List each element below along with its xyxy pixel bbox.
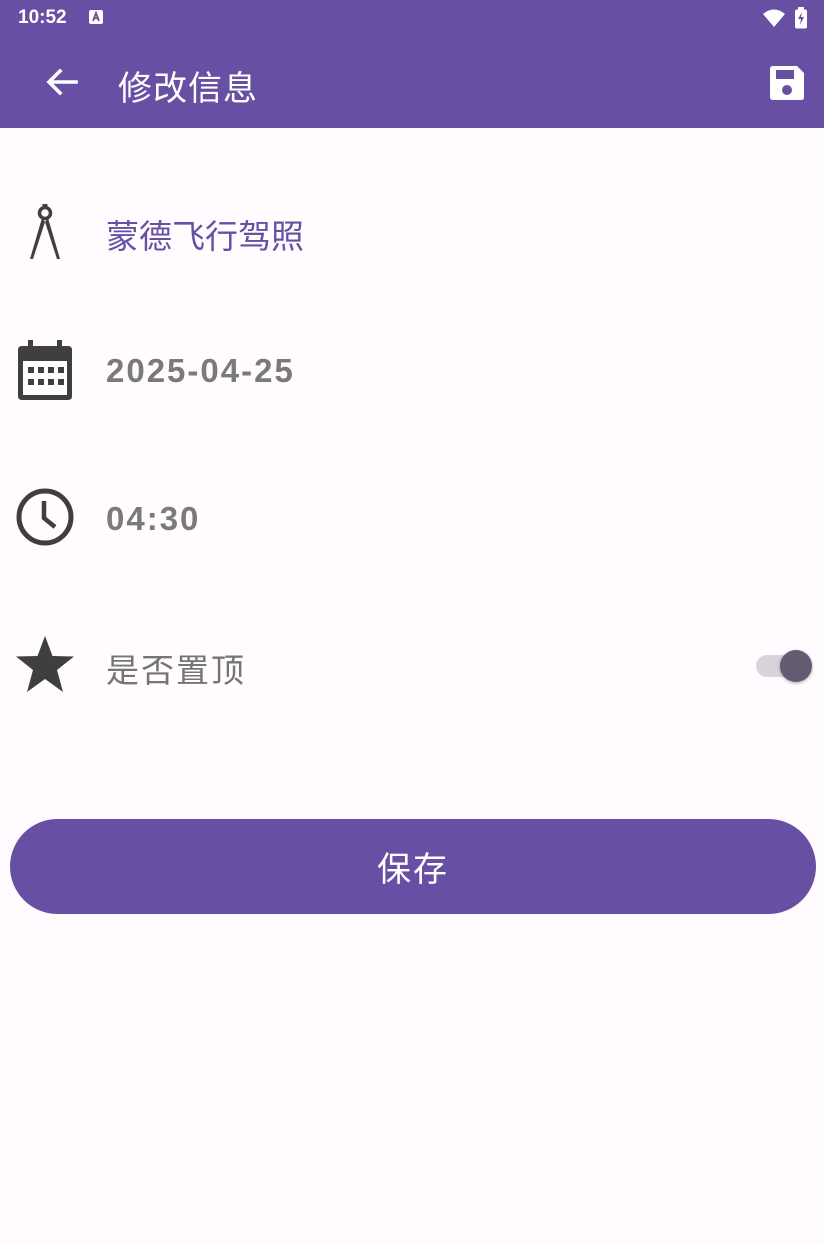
pin-toggle[interactable] (754, 650, 812, 682)
pin-label: 是否置顶 (106, 651, 246, 690)
battery-charging-icon (794, 7, 808, 33)
name-value: 蒙德飞行驾照 (106, 217, 304, 256)
time-row[interactable]: 04:30 (0, 486, 824, 550)
app-bar: 修改信息 (0, 36, 824, 128)
time-value: 04:30 (106, 500, 201, 537)
status-bar: 10:52 (0, 0, 824, 36)
pin-row: 是否置顶 (0, 632, 824, 696)
status-time: 10:52 (18, 7, 67, 28)
save-icon-button[interactable] (762, 58, 812, 108)
floppy-disk-icon (770, 66, 804, 100)
clock-icon (14, 486, 76, 552)
calendar-icon (16, 340, 76, 406)
notification-a-icon (88, 9, 104, 29)
compass-icon (14, 204, 76, 266)
back-button[interactable] (38, 58, 86, 106)
page-title: 修改信息 (118, 69, 258, 109)
wifi-icon (762, 8, 786, 32)
name-row[interactable]: 蒙德飞行驾照 (0, 200, 824, 264)
toggle-thumb (780, 650, 812, 682)
save-button[interactable]: 保存 (10, 819, 816, 914)
star-icon (14, 634, 76, 698)
arrow-back-icon (46, 68, 78, 96)
date-row[interactable]: 2025-04-25 (0, 338, 824, 404)
date-value: 2025-04-25 (106, 352, 295, 389)
